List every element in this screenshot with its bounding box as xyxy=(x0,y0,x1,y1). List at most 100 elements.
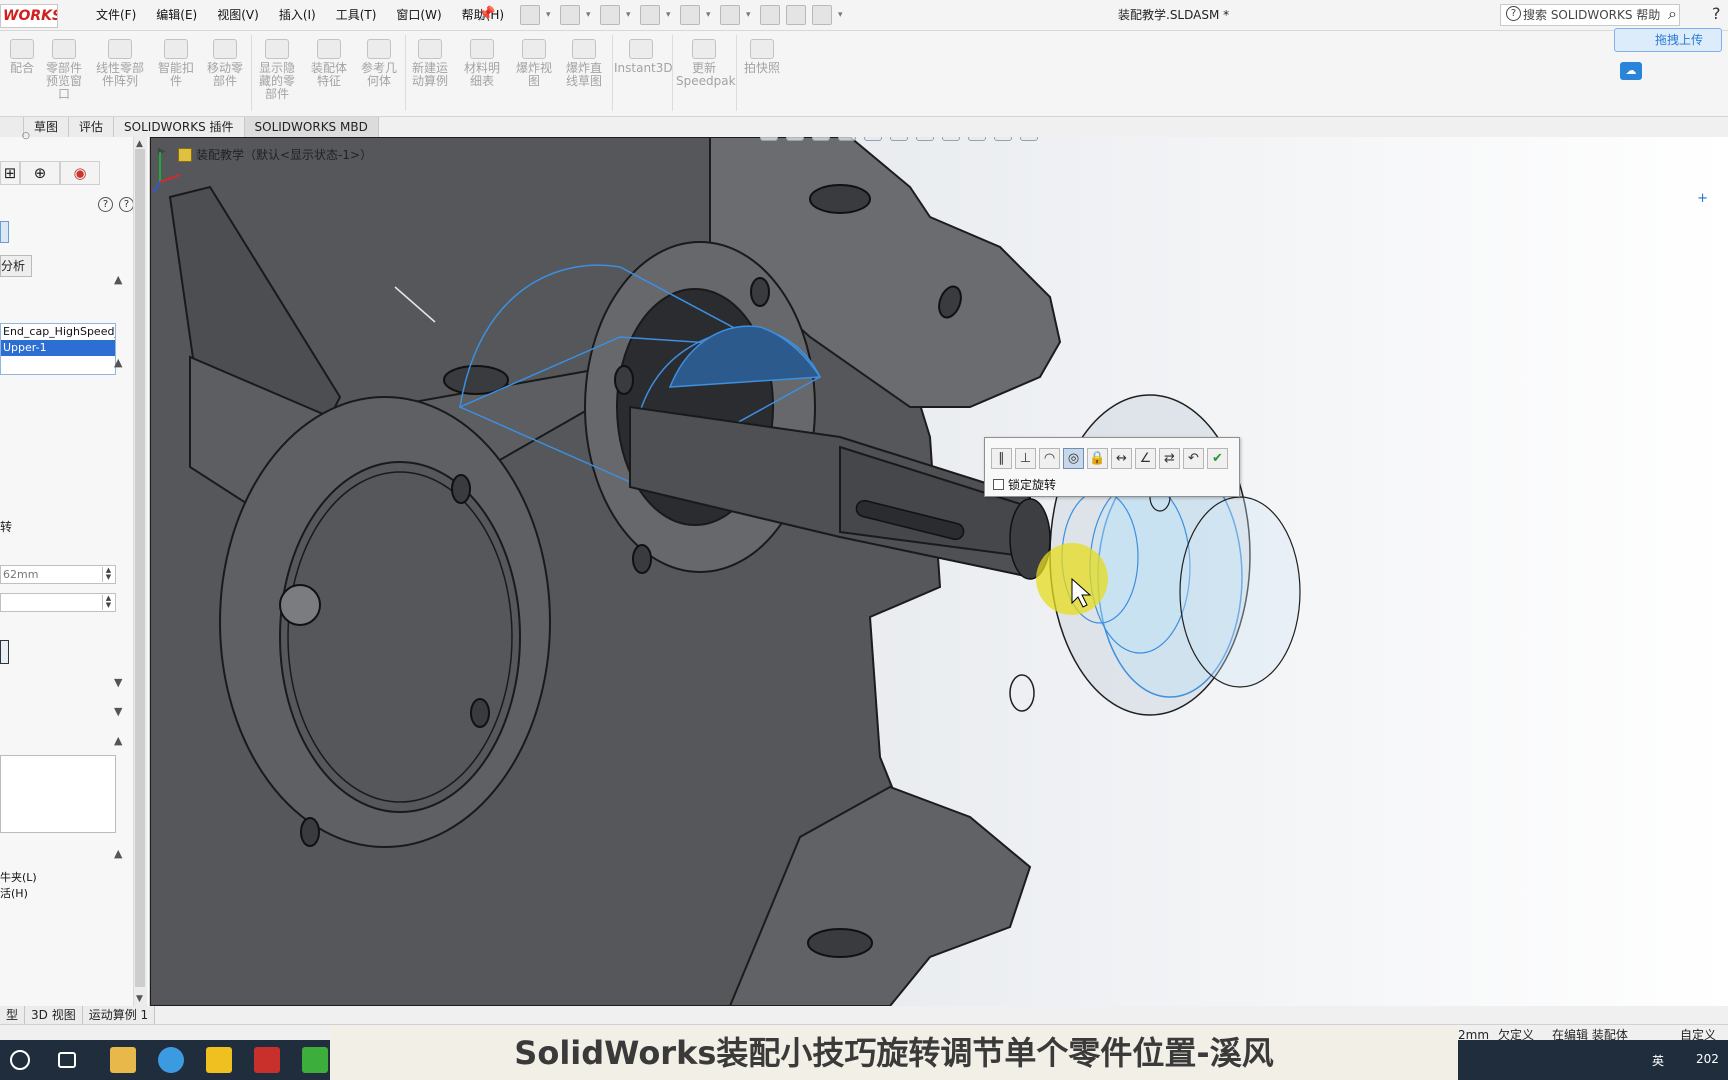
search-icon[interactable]: ⌕ xyxy=(1668,4,1677,24)
option-label[interactable]: 牛夹(L) xyxy=(0,869,37,885)
menu-insert[interactable]: 插入(I) xyxy=(269,0,326,31)
tab-motion-study[interactable]: 运动算例 1 xyxy=(82,1006,156,1024)
pin-icon[interactable]: 📌 xyxy=(478,6,495,22)
chevron-down-icon[interactable]: ▾ xyxy=(746,5,754,25)
menu-edit[interactable]: 编辑(E) xyxy=(146,0,207,31)
chevron-down-icon[interactable]: ▼ xyxy=(114,705,122,718)
display-style-icon[interactable] xyxy=(916,137,934,141)
menu-view[interactable]: 视图(V) xyxy=(207,0,269,31)
apply-scene-icon[interactable] xyxy=(994,137,1012,141)
model-view[interactable] xyxy=(150,137,1728,1006)
instant3d-command[interactable]: Instant3D xyxy=(614,39,673,75)
chevron-down-icon[interactable]: ▾ xyxy=(546,5,554,25)
upload-button[interactable]: 拖拽上传 xyxy=(1614,28,1722,52)
help-icon[interactable]: ? xyxy=(119,197,134,212)
tab-3d-view[interactable]: 3D 视图 xyxy=(25,1006,83,1024)
gear-icon[interactable] xyxy=(812,5,832,25)
chevron-up-icon[interactable]: ▲ xyxy=(114,356,122,369)
lock-rotation-row[interactable]: 锁定旋转 xyxy=(993,476,1056,493)
select-icon[interactable] xyxy=(720,5,740,25)
favorites-icon[interactable] xyxy=(206,1047,232,1073)
tab-sketch[interactable]: 草图 xyxy=(24,117,70,137)
menu-tools[interactable]: 工具(T) xyxy=(326,0,387,31)
graphics-area[interactable]: ▶ 装配教学（默认<显示状态-1>） + xyxy=(150,137,1728,1006)
ok-icon[interactable]: ✔ xyxy=(1207,448,1228,469)
angle-icon[interactable]: ∠ xyxy=(1135,448,1156,469)
tab-evaluate[interactable]: 评估 xyxy=(69,117,115,137)
start-icon[interactable] xyxy=(10,1050,30,1070)
chevron-up-icon[interactable]: ▲ xyxy=(114,273,122,286)
spinner-icon[interactable]: ▲ ▼ xyxy=(102,595,114,610)
chevron-down-icon[interactable]: ▼ xyxy=(136,994,143,1004)
ok-button[interactable] xyxy=(0,221,9,243)
snapshot-command[interactable]: 拍快照 xyxy=(736,39,788,75)
whats-wrong-icon[interactable]: ? xyxy=(98,197,113,212)
chevron-down-icon[interactable]: ▾ xyxy=(838,5,846,25)
flip-alignment-button[interactable] xyxy=(0,640,9,664)
reference-geometry-command[interactable]: 参考几 何体 xyxy=(353,39,405,88)
open-document-icon[interactable] xyxy=(560,5,580,25)
chevron-down-icon[interactable]: ▾ xyxy=(666,5,674,25)
clock[interactable]: 202 xyxy=(1696,1052,1719,1066)
chevron-up-icon[interactable]: ▲ xyxy=(114,734,122,747)
mates-list-box[interactable] xyxy=(0,755,116,833)
search-input[interactable]: 搜索 SOLIDWORKS 帮助 xyxy=(1500,4,1680,26)
tab-solidworks-mbd[interactable]: SOLIDWORKS MBD xyxy=(244,117,379,137)
list-item[interactable]: Upper-1 xyxy=(1,340,115,356)
section-view-icon[interactable] xyxy=(838,137,856,141)
file-properties-icon[interactable] xyxy=(786,5,806,25)
option-label[interactable]: 活(H) xyxy=(0,885,28,901)
zoom-to-fit-icon[interactable] xyxy=(760,137,778,141)
update-speedpak-command[interactable]: 更新 Speedpak xyxy=(676,39,736,88)
file-explorer-icon[interactable] xyxy=(110,1047,136,1073)
view-orientation-icon[interactable] xyxy=(890,137,908,141)
concentric-icon[interactable]: ◎ xyxy=(1063,448,1084,469)
tab-solidworks-addins[interactable]: SOLIDWORKS 插件 xyxy=(114,117,245,137)
new-motion-study-command[interactable]: 新建运 动算例 xyxy=(404,39,456,88)
flyout-feature-tree[interactable]: 装配教学（默认<显示状态-1>） xyxy=(178,146,372,163)
lock-icon[interactable]: 🔒 xyxy=(1087,448,1108,469)
appearance-icon[interactable]: ◉ xyxy=(60,161,100,185)
chevron-down-icon[interactable]: ▾ xyxy=(586,5,594,25)
print-icon[interactable] xyxy=(640,5,660,25)
ime-indicator[interactable]: 英 xyxy=(1652,1052,1664,1069)
help-icon[interactable]: ? xyxy=(1712,4,1721,23)
edit-appearance-icon[interactable] xyxy=(968,137,986,141)
bill-of-materials-command[interactable]: 材料明 细表 xyxy=(456,39,508,88)
assembly-features-command[interactable]: 装配体 特征 xyxy=(303,39,355,88)
mate-selections-list[interactable]: End_cap_HighSpeed_1 Upper-1 xyxy=(0,323,116,375)
chevron-up-icon[interactable]: ▲ xyxy=(136,139,143,149)
scrollbar-thumb[interactable] xyxy=(135,149,145,987)
smart-fasteners-command[interactable]: 智能扣 件 xyxy=(150,39,202,88)
explode-line-sketch-command[interactable]: 爆炸直 线草图 xyxy=(558,39,610,88)
show-hidden-command[interactable]: 显示隐 藏的零 部件 xyxy=(251,39,303,101)
menu-window[interactable]: 窗口(W) xyxy=(386,0,451,31)
linear-pattern-command[interactable]: 线性零部 件阵列 xyxy=(94,39,146,88)
browser-icon[interactable] xyxy=(158,1047,184,1073)
splitter-handle[interactable]: ○ xyxy=(22,131,30,141)
undo-icon[interactable] xyxy=(680,5,700,25)
tab-assembly[interactable] xyxy=(0,117,24,137)
parallel-icon[interactable]: ∥ xyxy=(991,448,1012,469)
spinner-icon[interactable]: ▲ ▼ xyxy=(102,567,114,582)
chevron-down-icon[interactable]: ▾ xyxy=(706,5,714,25)
lock-rotation-checkbox[interactable] xyxy=(993,479,1004,490)
flip-icon[interactable]: ⇄ xyxy=(1159,448,1180,469)
chevron-up-icon[interactable]: ▲ xyxy=(114,847,122,860)
save-icon[interactable] xyxy=(600,5,620,25)
view-settings-icon[interactable] xyxy=(1020,137,1038,141)
app-icon[interactable] xyxy=(302,1047,328,1073)
configuration-manager-icon[interactable]: ⊕ xyxy=(20,161,60,185)
feature-tree-icon[interactable]: ⊞ xyxy=(0,161,20,185)
angle-field[interactable]: ▲ ▼ xyxy=(0,593,116,612)
hide-show-icon[interactable] xyxy=(942,137,960,141)
previous-view-icon[interactable] xyxy=(812,137,830,141)
analysis-tab[interactable]: 分析 xyxy=(0,255,32,277)
zoom-area-icon[interactable] xyxy=(786,137,804,141)
chevron-down-icon[interactable]: ▼ xyxy=(114,676,122,689)
perpendicular-icon[interactable]: ⊥ xyxy=(1015,448,1036,469)
distance-field[interactable]: 62mm ▲ ▼ xyxy=(0,565,116,584)
rebuild-icon[interactable] xyxy=(760,5,780,25)
distance-icon[interactable]: ↔ xyxy=(1111,448,1132,469)
tangent-icon[interactable]: ◠ xyxy=(1039,448,1060,469)
